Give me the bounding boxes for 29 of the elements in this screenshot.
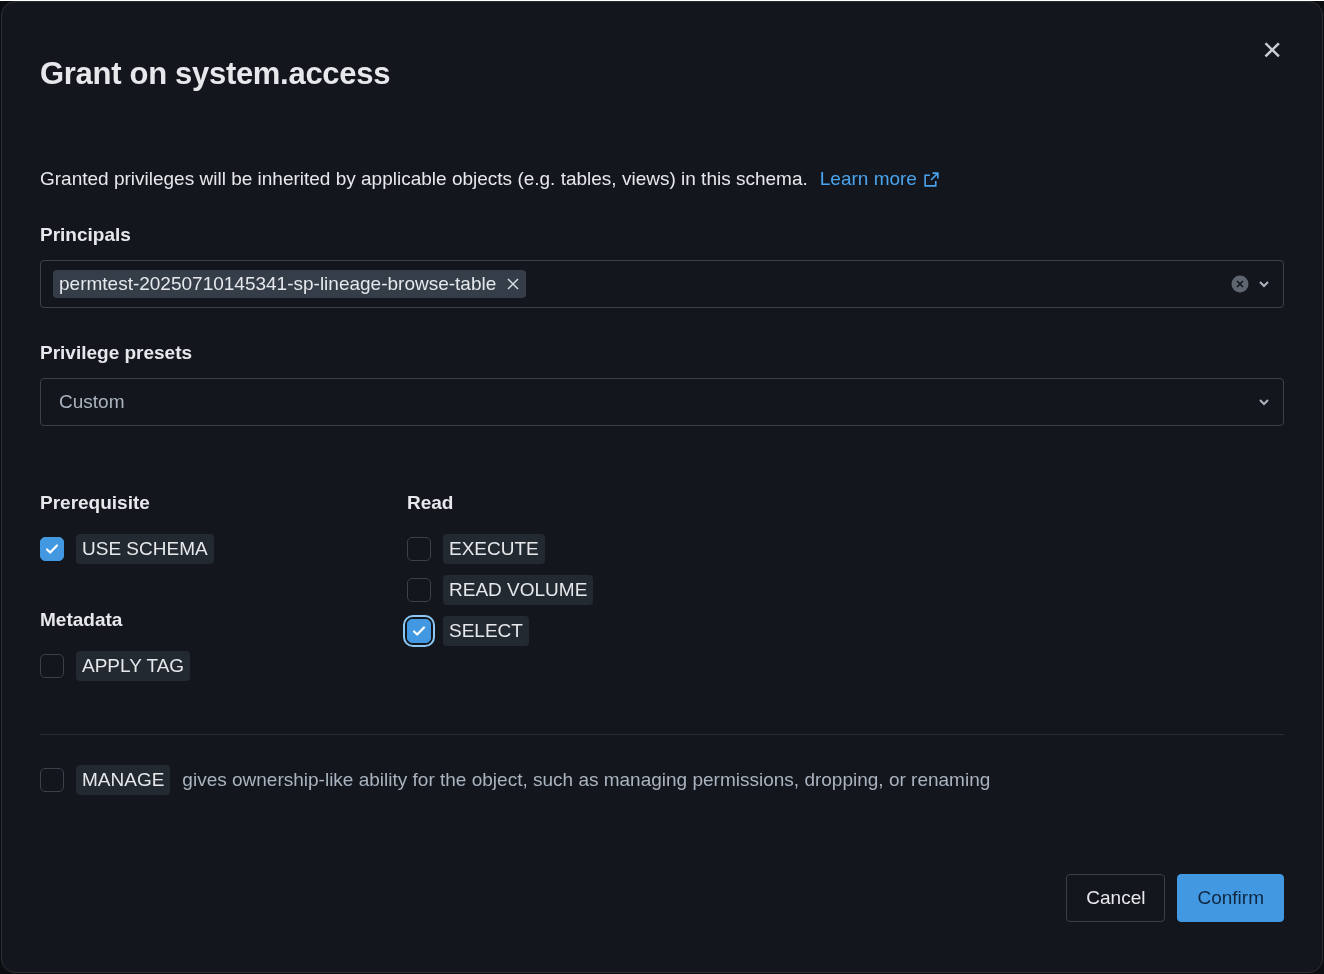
description-text: Granted privileges will be inherited by applicable objects (e.g. tables, views) in this schema.: [40, 168, 808, 190]
principals-select[interactable]: permtest-20250710145341-sp-lineage-browse-table: [40, 260, 1284, 308]
privilege-label: USE SCHEMA: [76, 533, 214, 564]
checkbox[interactable]: [407, 577, 431, 602]
cancel-button[interactable]: Cancel: [1066, 874, 1166, 922]
close-button[interactable]: ×: [1258, 32, 1286, 66]
principal-chip: permtest-20250710145341-sp-lineage-browse-table: [53, 270, 527, 298]
privilege-label: APPLY TAG: [76, 650, 191, 681]
learn-more-link[interactable]: Learn more: [819, 168, 940, 190]
presets-dropdown[interactable]: Custom: [40, 378, 1284, 426]
privilege-label: EXECUTE: [443, 533, 545, 564]
manage-description: gives ownership-like ability for the object, such as managing permissions, dropping, or renaming: [182, 769, 991, 791]
group-title: Read: [407, 492, 455, 514]
privilege-label: MANAGE: [76, 765, 171, 795]
privilege-label: READ VOLUME: [443, 574, 594, 605]
external-link-icon: [922, 170, 940, 188]
privilege-label: SELECT: [443, 615, 529, 646]
checkbox[interactable]: [40, 653, 64, 678]
field-label: Privilege presets: [40, 342, 194, 364]
group-title: Prerequisite: [40, 492, 151, 514]
clear-icon[interactable]: [1231, 275, 1249, 293]
remove-icon[interactable]: [506, 277, 521, 291]
dialog-title: Grant on system.access: [40, 56, 392, 92]
confirm-button[interactable]: Confirm: [1177, 874, 1284, 922]
group-title: Metadata: [40, 609, 124, 631]
checkbox[interactable]: [40, 536, 64, 561]
field-label: Principals: [40, 224, 132, 246]
checkbox[interactable]: [407, 536, 431, 561]
checkbox[interactable]: [40, 768, 64, 792]
